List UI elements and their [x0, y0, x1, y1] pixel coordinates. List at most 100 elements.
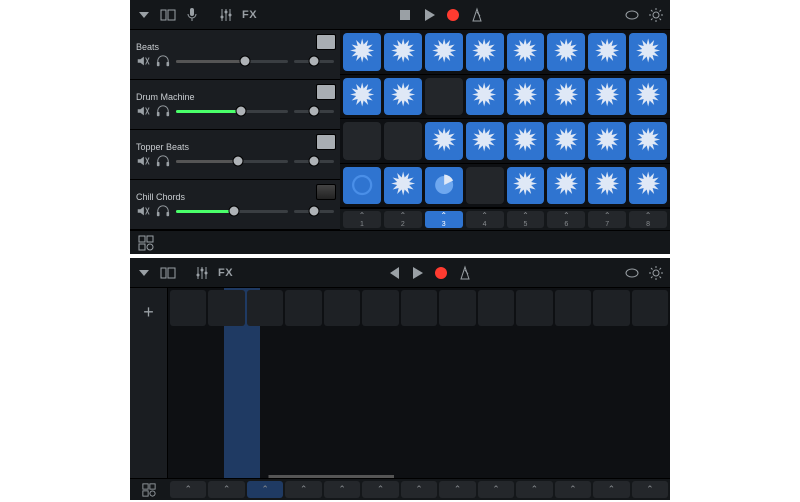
loop-cell[interactable] — [466, 122, 504, 160]
volume-slider[interactable] — [176, 110, 288, 113]
loop-icon[interactable] — [624, 265, 640, 281]
volume-slider[interactable] — [176, 160, 288, 163]
loop-cell[interactable] — [384, 167, 422, 205]
section-trigger[interactable]: ⌃ — [478, 481, 514, 498]
fx-button[interactable]: FX — [218, 267, 233, 279]
section-trigger[interactable]: ⌃ — [324, 481, 360, 498]
loop-cell[interactable] — [425, 33, 463, 71]
drum-machine-icon[interactable] — [316, 134, 336, 150]
metronome-icon[interactable] — [469, 7, 485, 23]
loop-cell[interactable] — [466, 167, 504, 205]
loop-cell[interactable] — [507, 122, 545, 160]
loop-cell[interactable] — [629, 33, 667, 71]
mute-icon[interactable] — [136, 54, 150, 68]
timeline-cell[interactable] — [208, 290, 244, 326]
section-trigger[interactable]: ⌃ — [247, 481, 283, 498]
section-trigger[interactable]: ⌃ — [362, 481, 398, 498]
loop-cell[interactable] — [547, 167, 585, 205]
loop-cell[interactable] — [425, 78, 463, 116]
track-header[interactable]: Topper Beats — [130, 130, 340, 180]
loop-cell[interactable] — [466, 78, 504, 116]
section-trigger[interactable]: ⌃ — [401, 481, 437, 498]
settings-icon[interactable] — [648, 7, 664, 23]
loop-cell[interactable] — [547, 122, 585, 160]
headphones-icon[interactable] — [156, 104, 170, 118]
section-trigger[interactable]: ⌃ — [439, 481, 475, 498]
loop-cell[interactable] — [343, 122, 381, 160]
track-header[interactable]: Drum Machine — [130, 80, 340, 130]
loop-cell[interactable] — [384, 33, 422, 71]
loop-cell[interactable] — [425, 167, 463, 205]
mute-icon[interactable] — [136, 104, 150, 118]
loop-cell[interactable] — [588, 122, 626, 160]
drum-machine-icon[interactable] — [316, 84, 336, 100]
loop-cell[interactable] — [507, 167, 545, 205]
timeline-cell[interactable] — [362, 290, 398, 326]
loop-cell[interactable] — [384, 78, 422, 116]
scrollbar[interactable] — [168, 475, 670, 478]
settings-icon[interactable] — [648, 265, 664, 281]
section-trigger[interactable]: ⌃ — [285, 481, 321, 498]
timeline-cell[interactable] — [285, 290, 321, 326]
track-header[interactable]: Beats — [130, 30, 340, 80]
loop-cell[interactable] — [629, 122, 667, 160]
column-trigger[interactable]: ⌃1 — [343, 211, 381, 228]
play-icon[interactable] — [421, 7, 437, 23]
loop-cell[interactable] — [588, 33, 626, 71]
mute-icon[interactable] — [136, 204, 150, 218]
loop-cell[interactable] — [547, 78, 585, 116]
column-trigger[interactable]: ⌃3 — [425, 211, 463, 228]
mixer-icon[interactable] — [194, 265, 210, 281]
view-tracks-icon[interactable] — [160, 265, 176, 281]
section-trigger[interactable]: ⌃ — [170, 481, 206, 498]
loop-cell[interactable] — [507, 78, 545, 116]
mute-icon[interactable] — [136, 154, 150, 168]
stop-icon[interactable] — [397, 7, 413, 23]
section-trigger[interactable]: ⌃ — [555, 481, 591, 498]
add-track-icon[interactable]: + — [143, 302, 154, 323]
rewind-icon[interactable] — [385, 265, 401, 281]
column-trigger[interactable]: ⌃7 — [588, 211, 626, 228]
loop-cell[interactable] — [629, 167, 667, 205]
play-icon[interactable] — [409, 265, 425, 281]
column-trigger[interactable]: ⌃5 — [507, 211, 545, 228]
timeline-area[interactable] — [168, 288, 670, 478]
pan-slider[interactable] — [294, 60, 334, 63]
timeline-cell[interactable] — [170, 290, 206, 326]
timeline-cell[interactable] — [593, 290, 629, 326]
loop-browser-icon[interactable] — [142, 483, 156, 497]
loop-cell[interactable] — [466, 33, 504, 71]
pan-slider[interactable] — [294, 210, 334, 213]
view-dropdown-icon[interactable] — [136, 265, 152, 281]
record-icon[interactable] — [445, 7, 461, 23]
mixer-icon[interactable] — [218, 7, 234, 23]
loop-cell[interactable] — [384, 122, 422, 160]
timeline-cell[interactable] — [555, 290, 591, 326]
column-trigger[interactable]: ⌃4 — [466, 211, 504, 228]
section-trigger[interactable]: ⌃ — [632, 481, 668, 498]
loop-cell[interactable] — [507, 33, 545, 71]
loop-cell[interactable] — [588, 167, 626, 205]
loop-cell[interactable] — [425, 122, 463, 160]
loop-icon[interactable] — [624, 7, 640, 23]
section-trigger[interactable]: ⌃ — [516, 481, 552, 498]
loop-cell[interactable] — [343, 78, 381, 116]
timeline-cell[interactable] — [632, 290, 668, 326]
column-trigger[interactable]: ⌃6 — [547, 211, 585, 228]
view-grid-icon[interactable] — [160, 7, 176, 23]
fx-button[interactable]: FX — [242, 9, 257, 21]
headphones-icon[interactable] — [156, 154, 170, 168]
section-trigger[interactable]: ⌃ — [593, 481, 629, 498]
timeline-cell[interactable] — [324, 290, 360, 326]
loop-cell[interactable] — [629, 78, 667, 116]
volume-slider[interactable] — [176, 210, 288, 213]
volume-slider[interactable] — [176, 60, 288, 63]
headphones-icon[interactable] — [156, 204, 170, 218]
metronome-icon[interactable] — [457, 265, 473, 281]
view-dropdown-icon[interactable] — [136, 7, 152, 23]
keyboard-icon[interactable] — [316, 184, 336, 200]
timeline-cell[interactable] — [439, 290, 475, 326]
timeline-cell[interactable] — [247, 290, 283, 326]
column-trigger[interactable]: ⌃2 — [384, 211, 422, 228]
loop-cell[interactable] — [343, 33, 381, 71]
